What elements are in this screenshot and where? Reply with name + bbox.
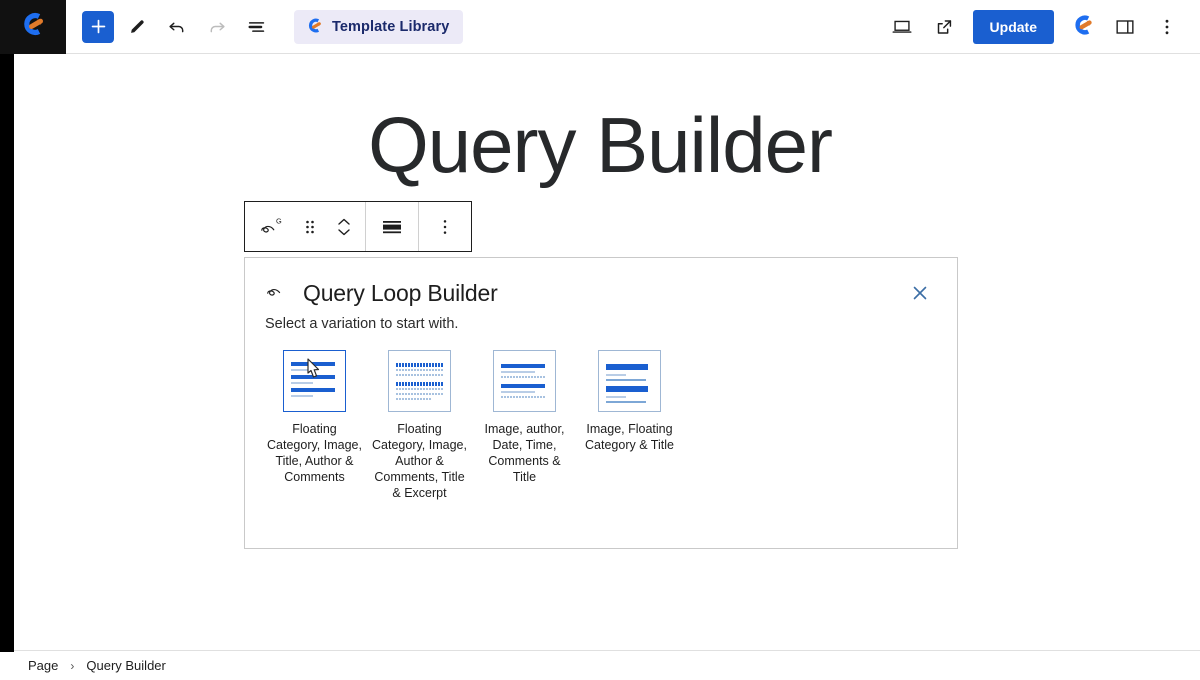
drag-dots-icon	[306, 220, 314, 233]
variation-option[interactable]: Floating Category, Image, Author & Comme…	[372, 350, 467, 501]
top-bar-tools: Template Library	[66, 9, 464, 44]
kebab-menu-icon	[443, 219, 447, 234]
block-toolbar-group-options	[419, 202, 471, 251]
align-button[interactable]	[370, 202, 414, 251]
view-site-external-link-icon	[937, 19, 951, 34]
editor-top-bar: Template Library Update	[0, 0, 1200, 54]
block-more-options-button[interactable]	[423, 202, 467, 251]
modal-title-wrap: Query Loop Builder	[265, 280, 498, 307]
close-x-icon	[913, 286, 927, 300]
variation-label: Floating Category, Image, Title, Author …	[267, 422, 362, 484]
breadcrumb-bar: Page › Query Builder	[0, 650, 1200, 680]
chevron-up-down-icon	[338, 218, 350, 235]
variation-label: Image, author, Date, Time, Comments & Ti…	[484, 422, 565, 484]
settings-sidebar-button[interactable]	[1106, 8, 1144, 46]
breadcrumb-item-query-builder[interactable]: Query Builder	[86, 658, 165, 673]
undo-arrow-icon	[169, 22, 184, 32]
modal-title: Query Loop Builder	[303, 279, 498, 306]
add-block-button[interactable]	[82, 10, 114, 43]
frame-left-gutter	[0, 54, 14, 652]
drag-handle[interactable]	[293, 202, 327, 251]
undo-button[interactable]	[160, 10, 194, 44]
block-toolbar: G	[244, 201, 472, 252]
variation-label: Image, Floating Category & Title	[585, 422, 674, 452]
modal-subtitle: Select a variation to start with.	[265, 316, 459, 332]
variation-list: Floating Category, Image, Title, Author …	[245, 332, 957, 501]
block-type-query-loop-button[interactable]: G	[249, 202, 293, 251]
breadcrumb-separator-icon: ›	[70, 658, 75, 673]
site-logo-button[interactable]	[0, 0, 66, 54]
move-updown-button[interactable]	[327, 202, 361, 251]
query-loop-icon: G	[261, 216, 282, 233]
generateblocks-logo-icon	[305, 16, 324, 38]
align-wide-icon	[383, 220, 401, 233]
variation-thumbnail	[283, 350, 346, 412]
variation-option[interactable]: Floating Category, Image, Title, Author …	[267, 350, 362, 501]
breadcrumb-item-page[interactable]: Page	[28, 658, 58, 673]
view-site-button[interactable]	[925, 8, 963, 46]
variation-label: Floating Category, Image, Author & Comme…	[372, 422, 467, 500]
top-bar-actions: Update	[883, 8, 1200, 46]
query-loop-icon	[265, 282, 289, 305]
list-view-icon	[248, 21, 265, 32]
variation-thumbnail	[493, 350, 556, 412]
generateblocks-logo-icon	[1070, 12, 1096, 41]
desktop-preview-icon	[892, 20, 912, 33]
query-loop-builder-modal: Query Loop Builder Select a variation to…	[244, 257, 958, 549]
editor-canvas[interactable]: Query Builder G Query Loop Builder Selec…	[0, 54, 1200, 652]
generateblocks-panel-button[interactable]	[1064, 8, 1102, 46]
template-library-button[interactable]: Template Library	[294, 9, 464, 44]
edit-tool-button[interactable]	[120, 10, 154, 44]
variation-option[interactable]: Image, Floating Category & Title	[582, 350, 677, 501]
cursor-pointer-icon	[304, 357, 326, 383]
kebab-menu-icon	[1165, 19, 1169, 34]
plus-icon	[91, 19, 105, 34]
block-toolbar-group-align	[366, 202, 419, 251]
redo-arrow-icon	[210, 22, 225, 32]
update-button[interactable]: Update	[972, 9, 1054, 44]
block-toolbar-group-primary: G	[245, 202, 366, 251]
page-title[interactable]: Query Builder	[0, 106, 1200, 184]
variation-thumbnail	[388, 350, 451, 412]
pencil-icon	[131, 19, 144, 33]
close-button[interactable]	[905, 278, 935, 308]
modal-header: Query Loop Builder	[245, 258, 957, 308]
redo-button[interactable]	[200, 10, 234, 44]
preview-device-button[interactable]	[883, 8, 921, 46]
settings-sidebar-icon	[1116, 19, 1134, 34]
generateblocks-logo-icon	[18, 9, 48, 44]
document-overview-button[interactable]	[240, 10, 274, 44]
variation-option[interactable]: Image, author, Date, Time, Comments & Ti…	[477, 350, 572, 501]
editor-window: Template Library Update Query Builder G …	[0, 0, 1200, 680]
svg-text:G: G	[276, 216, 282, 225]
template-library-label: Template Library	[332, 18, 450, 35]
variation-thumbnail	[598, 350, 661, 412]
more-options-button[interactable]	[1148, 8, 1186, 46]
